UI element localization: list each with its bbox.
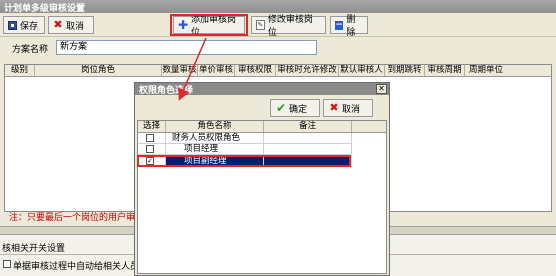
column-default-reviewer[interactable]: 默认审核人 — [339, 65, 385, 76]
column-price-review[interactable]: 单价审核 — [198, 65, 235, 76]
dialog-cancel-label: 取消 — [342, 104, 361, 115]
dialog-title: 权限角色选择 — [139, 86, 194, 96]
confirm-button[interactable]: ✔ 确定 — [270, 99, 320, 117]
column-role-name[interactable]: 角色名称 — [166, 121, 264, 132]
role-name-cell: 财务人员权限角色 — [166, 133, 264, 144]
remark-cell — [264, 133, 352, 144]
delete-button[interactable]: − 删除 — [330, 15, 368, 38]
column-post-role[interactable]: 岗位角色 — [35, 65, 162, 76]
column-allow-modify[interactable]: 审核时允许修改 — [276, 65, 339, 76]
scheme-name-input[interactable]: 新方案 — [56, 40, 317, 55]
dialog-cancel-button[interactable]: ✖ 取消 — [323, 99, 373, 117]
floppy-disk-icon: ▪ — [8, 20, 17, 30]
confirm-label: 确定 — [289, 104, 308, 115]
selected-row-highlight — [137, 155, 351, 167]
dialog-title-bar: 权限角色选择 — [135, 83, 389, 96]
note-text: 注：只要最后一个岗位的用户审核 — [9, 213, 145, 223]
auto-notify-label: 单据审核过程中自动给相关人员发 — [13, 262, 149, 272]
role-row[interactable]: 财务人员权限角色 — [138, 133, 386, 144]
role-row[interactable]: 项目经理 — [138, 144, 386, 155]
select-cell[interactable] — [138, 133, 166, 144]
save-button[interactable]: ▪ 保存 — [3, 16, 45, 34]
toolbar: ▪ 保存 ✖ 取消 ✚ 添加审核岗位 ✎ 修改审核岗位 − 删除 — [0, 13, 556, 38]
cancel-button[interactable]: ✖ 取消 — [48, 16, 94, 34]
column-expiry-jump[interactable]: 到期跳转 — [385, 65, 425, 76]
column-remark[interactable]: 备注 — [264, 121, 352, 132]
column-select[interactable]: 选择 — [138, 121, 166, 132]
role-checkbox[interactable] — [146, 145, 154, 153]
remark-cell — [264, 144, 352, 155]
column-quantity-review[interactable]: 数量审核 — [162, 65, 198, 76]
role-grid-header: 选择 角色名称 备注 — [138, 121, 386, 133]
column-cycle-unit[interactable]: 周期单位 — [465, 65, 507, 76]
add-button-highlight — [170, 14, 248, 36]
cancel-label: 取消 — [66, 21, 85, 32]
red-x-icon: ✖ — [329, 101, 339, 114]
close-icon[interactable]: ✕ — [376, 84, 387, 94]
column-review-permission[interactable]: 审核权限 — [235, 65, 276, 76]
edit-post-button[interactable]: ✎ 修改审核岗位 — [251, 15, 326, 38]
delete-label: 删除 — [346, 15, 356, 38]
edit-post-label: 修改审核岗位 — [267, 15, 313, 38]
red-x-icon: ✖ — [53, 18, 63, 31]
column-review-cycle[interactable]: 审核周期 — [425, 65, 465, 76]
minus-icon: − — [335, 19, 344, 30]
role-name-cell: 项目经理 — [166, 144, 264, 155]
column-level[interactable]: 级别 — [5, 65, 35, 76]
checkmark-icon: ✔ — [276, 101, 287, 115]
scheme-name-label: 方案名称 — [12, 45, 49, 55]
save-label: 保存 — [20, 21, 39, 32]
select-cell[interactable] — [138, 144, 166, 155]
switch-settings-label: 核相关开关设置 — [2, 244, 66, 254]
post-grid-header: 级别 岗位角色 数量审核 单价审核 审核权限 审核时允许修改 默认审核人 到期跳… — [5, 65, 551, 77]
auto-notify-checkbox[interactable] — [3, 260, 11, 268]
role-checkbox[interactable] — [146, 134, 154, 142]
edit-document-icon: ✎ — [256, 20, 265, 30]
